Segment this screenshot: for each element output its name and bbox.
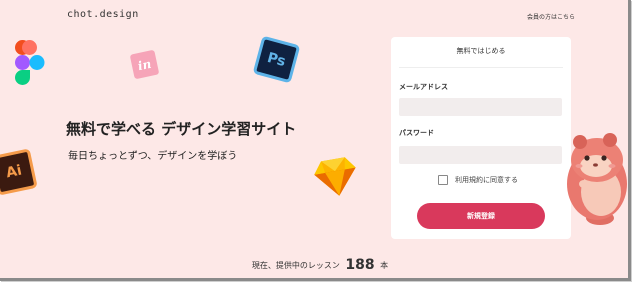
illustrator-icon: Ai — [0, 148, 38, 196]
lesson-count-suffix: 本 — [380, 261, 389, 270]
site-logo[interactable]: chot.design — [67, 9, 139, 20]
password-field[interactable] — [399, 146, 562, 164]
terms-agree-row[interactable]: 利用規約に同意する — [438, 175, 518, 185]
email-field[interactable] — [399, 98, 562, 116]
page-frame: chot.design 会員の方はこちら in Ps Ai 無料で学べる デザイ… — [0, 0, 631, 281]
terms-agree-label[interactable]: 利用規約に同意する — [455, 175, 518, 185]
signup-panel: 無料ではじめる メールアドレス パスワード 利用規約に同意する 新規登録 — [391, 37, 571, 239]
lesson-count-number: 188 — [345, 257, 375, 273]
lesson-count-line: 現在、提供中のレッスン 188 本 — [0, 257, 628, 273]
terms-checkbox[interactable] — [438, 175, 448, 185]
hero-subline: 毎日ちょっとずつ、デザインを学ぼう — [68, 151, 238, 162]
photoshop-icon: Ps — [252, 35, 301, 84]
figma-icon — [15, 40, 45, 85]
password-label: パスワード — [399, 129, 434, 137]
lesson-count-prefix: 現在、提供中のレッスン — [251, 261, 340, 270]
hero-headline: 無料で学べる デザイン学習サイト — [66, 120, 297, 138]
sketch-icon — [314, 157, 356, 196]
panel-divider — [399, 67, 563, 68]
member-login-link[interactable]: 会員の方はこちら — [527, 12, 575, 21]
invision-icon: in — [129, 49, 160, 80]
email-label: メールアドレス — [399, 83, 448, 91]
hamster-mascot — [567, 133, 627, 225]
signup-panel-title: 無料ではじめる — [456, 47, 506, 55]
signup-button[interactable]: 新規登録 — [417, 203, 545, 229]
